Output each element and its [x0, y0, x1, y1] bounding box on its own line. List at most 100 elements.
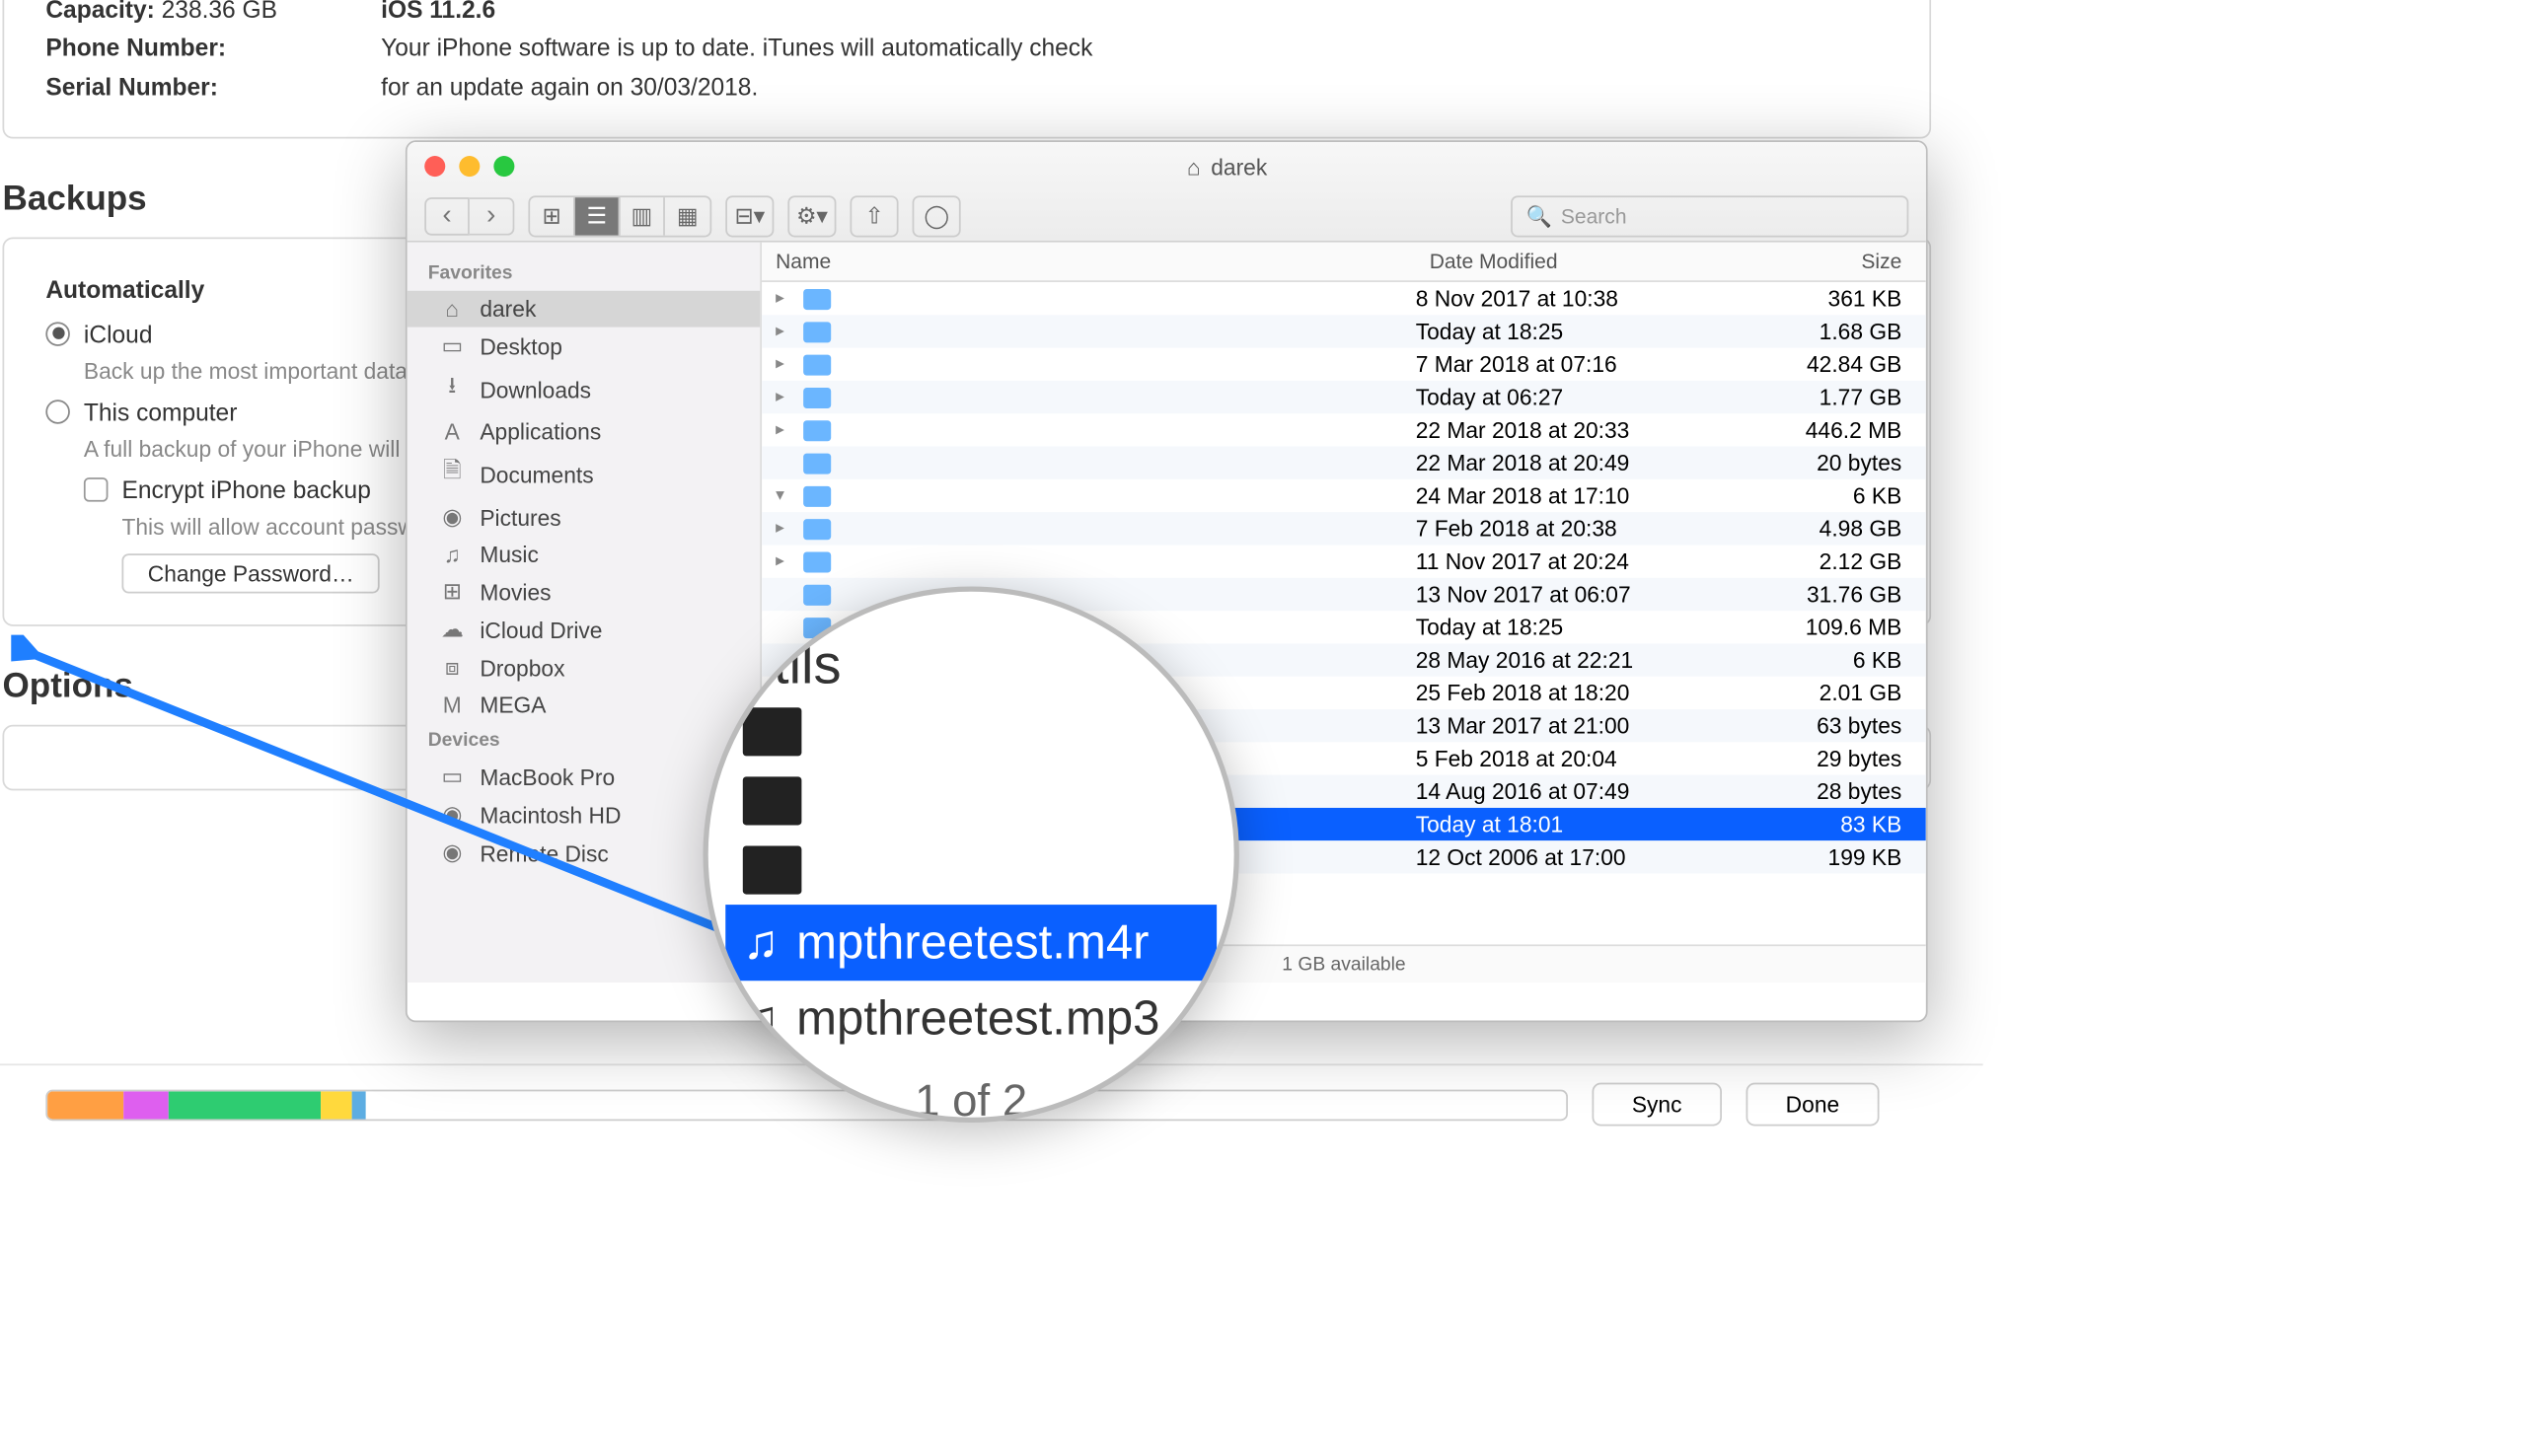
- file-row[interactable]: ▸ 7 Mar 2018 at 07:16 42.84 GB: [762, 348, 1926, 381]
- col-size[interactable]: Size: [1753, 243, 1926, 281]
- file-size: 42.84 GB: [1753, 351, 1926, 377]
- file-row[interactable]: ▸ 7 Feb 2018 at 20:38 4.98 GB: [762, 512, 1926, 545]
- capacity-value: 238.36 GB: [162, 0, 277, 23]
- finder-forward-button[interactable]: ›: [470, 197, 515, 236]
- folder-icon: [803, 288, 831, 309]
- sidebar-icon: ▭: [438, 763, 466, 790]
- column-view-icon[interactable]: ▥: [620, 197, 665, 236]
- sidebar-icon: ▭: [438, 332, 466, 360]
- arrange-dropdown[interactable]: ⊟▾: [725, 195, 774, 237]
- folder-icon: [803, 321, 831, 341]
- sidebar-item-label: Remote Disc: [480, 839, 608, 865]
- file-date: Today at 18:25: [1416, 319, 1753, 344]
- file-date: 5 Feb 2018 at 20:04: [1416, 746, 1753, 771]
- file-size: 6 KB: [1753, 482, 1926, 508]
- sidebar-item-label: MacBook Pro: [480, 764, 615, 789]
- mag-row: [725, 697, 1217, 766]
- action-dropdown[interactable]: ⚙▾: [787, 195, 836, 237]
- sidebar-icon: M: [438, 692, 466, 717]
- file-row[interactable]: ▸ 22 Mar 2018 at 20:33 446.2 MB: [762, 413, 1926, 446]
- file-size: 83 KB: [1753, 811, 1926, 837]
- file-row[interactable]: 22 Mar 2018 at 20:49 20 bytes: [762, 447, 1926, 479]
- finder-back-button[interactable]: ‹: [424, 197, 470, 236]
- sidebar-item-label: MEGA: [480, 692, 546, 717]
- disclosure-icon[interactable]: ▸: [776, 388, 793, 406]
- sidebar-icon: ◉: [438, 801, 466, 829]
- file-row[interactable]: ▸ Today at 06:27 1.77 GB: [762, 381, 1926, 413]
- devices-header: Devices: [408, 723, 761, 758]
- finder-minimize-icon[interactable]: [459, 156, 480, 177]
- file-row[interactable]: ▸ 8 Nov 2017 at 10:38 361 KB: [762, 282, 1926, 315]
- phone-label: Phone Number:: [45, 34, 226, 61]
- file-date: 12 Oct 2006 at 17:00: [1416, 844, 1753, 870]
- finder-sidebar-item[interactable]: ▭ MacBook Pro: [408, 758, 761, 796]
- mag-row-selected: ♫mpthreetest.m4r: [725, 905, 1217, 981]
- file-size: 29 bytes: [1753, 746, 1926, 771]
- disclosure-icon[interactable]: ▸: [776, 322, 793, 340]
- disclosure-icon[interactable]: ▸: [776, 519, 793, 538]
- sidebar-icon: ◉: [438, 503, 466, 531]
- finder-zoom-icon[interactable]: [493, 156, 514, 177]
- folder-icon: [803, 387, 831, 407]
- folder-icon: [803, 551, 831, 572]
- disclosure-icon[interactable]: ▸: [776, 289, 793, 308]
- sidebar-item-label: Downloads: [480, 377, 591, 402]
- file-date: Today at 18:25: [1416, 615, 1753, 640]
- change-password-button[interactable]: Change Password…: [121, 552, 380, 592]
- sidebar-item-label: Dropbox: [480, 655, 564, 681]
- list-view-icon[interactable]: ☰: [575, 197, 621, 236]
- icon-view-icon[interactable]: ⊞: [530, 197, 575, 236]
- file-row[interactable]: ▾ 24 Mar 2018 at 17:10 6 KB: [762, 479, 1926, 512]
- sidebar-icon: ◉: [438, 838, 466, 866]
- view-mode-segment[interactable]: ⊞ ☰ ▥ ▦: [528, 195, 711, 237]
- finder-search-input[interactable]: 🔍Search: [1511, 195, 1908, 237]
- finder-sidebar-item[interactable]: ☁iCloud Drive: [408, 611, 761, 649]
- ios-message: Your iPhone software is up to date. iTun…: [381, 29, 1125, 107]
- sidebar-icon: A: [438, 419, 466, 445]
- file-date: 13 Nov 2017 at 06:07: [1416, 581, 1753, 607]
- file-size: 2.01 GB: [1753, 680, 1926, 705]
- sync-button[interactable]: Sync: [1593, 1083, 1722, 1127]
- col-date[interactable]: Date Modified: [1416, 243, 1753, 281]
- file-size: 63 bytes: [1753, 713, 1926, 739]
- sidebar-icon: ⧈: [438, 654, 466, 682]
- finder-sidebar-item[interactable]: M MEGA: [408, 687, 761, 723]
- file-row[interactable]: ▸ 11 Nov 2017 at 20:24 2.12 GB: [762, 545, 1926, 577]
- column-headers[interactable]: Name Date Modified Size: [762, 243, 1926, 282]
- storage-usage-bar: [45, 1089, 1568, 1121]
- file-size: 20 bytes: [1753, 450, 1926, 475]
- file-date: 13 Mar 2017 at 21:00: [1416, 713, 1753, 739]
- finder-sidebar-item[interactable]: ⌂darek: [408, 291, 761, 328]
- finder-sidebar-item[interactable]: ▭Desktop: [408, 328, 761, 366]
- file-size: 2.12 GB: [1753, 548, 1926, 574]
- done-button[interactable]: Done: [1746, 1083, 1879, 1127]
- gallery-view-icon[interactable]: ▦: [665, 197, 710, 236]
- finder-sidebar-item[interactable]: ⊞Movies: [408, 573, 761, 612]
- file-row[interactable]: ▸ Today at 18:25 1.68 GB: [762, 315, 1926, 347]
- tags-button[interactable]: ◯: [913, 195, 961, 237]
- disclosure-icon[interactable]: ▸: [776, 551, 793, 570]
- folder-icon: [803, 419, 831, 440]
- finder-close-icon[interactable]: [424, 156, 445, 177]
- ios-version: iOS 11.2.6: [381, 0, 495, 23]
- finder-sidebar-item[interactable]: ◉Pictures: [408, 498, 761, 537]
- file-date: 24 Mar 2018 at 17:10: [1416, 482, 1753, 508]
- finder-sidebar-item[interactable]: ⧈ Dropbox: [408, 649, 761, 688]
- finder-sidebar-item[interactable]: 🗎Documents: [408, 450, 761, 498]
- disclosure-icon[interactable]: ▸: [776, 420, 793, 439]
- radio-on-icon: [45, 322, 70, 346]
- col-name[interactable]: Name: [762, 243, 1416, 281]
- share-button[interactable]: ⇧: [850, 195, 898, 237]
- finder-sidebar-item[interactable]: ⭳Downloads: [408, 365, 761, 413]
- file-date: Today at 06:27: [1416, 384, 1753, 409]
- favorites-header: Favorites: [408, 256, 761, 291]
- disclosure-icon[interactable]: ▾: [776, 486, 793, 505]
- sidebar-icon: ⊞: [438, 578, 466, 606]
- checkbox-icon: [84, 476, 109, 501]
- finder-sidebar-item[interactable]: AApplications: [408, 413, 761, 450]
- finder-sidebar-item[interactable]: ♫Music: [408, 537, 761, 573]
- mag-row: ♫mpthreetest.mp3: [725, 981, 1217, 1056]
- folder-icon: [803, 354, 831, 375]
- disclosure-icon[interactable]: ▸: [776, 355, 793, 374]
- encrypt-label: Encrypt iPhone backup: [121, 475, 370, 503]
